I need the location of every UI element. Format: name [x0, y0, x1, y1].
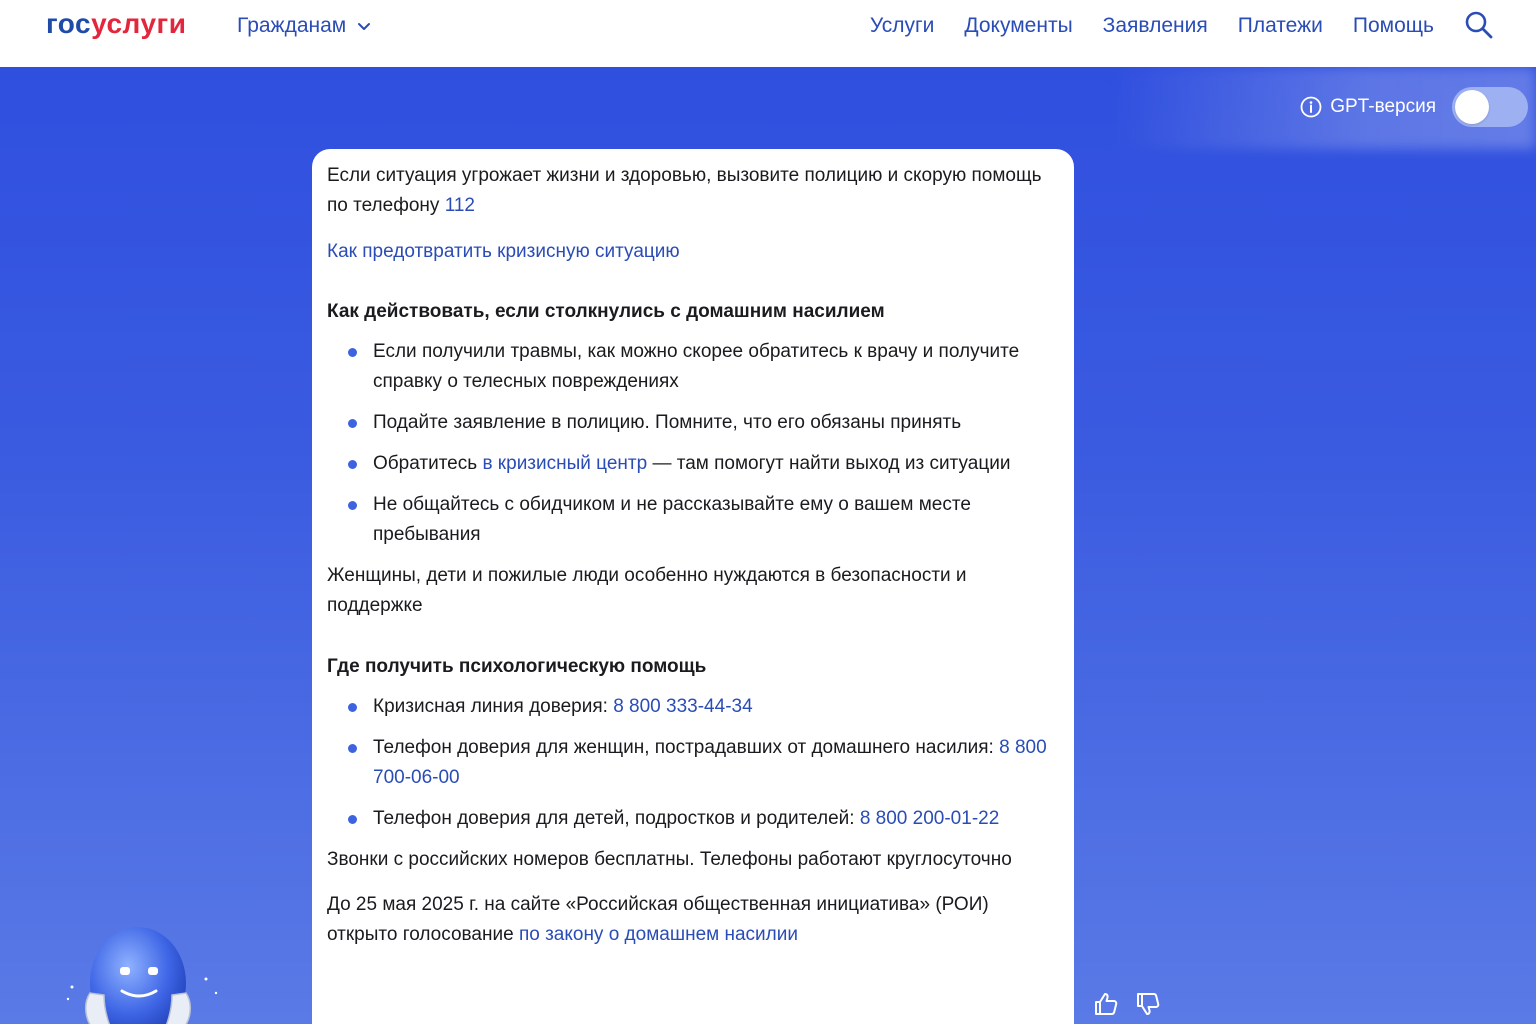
- search-icon[interactable]: [1464, 10, 1494, 40]
- chevron-down-icon: [358, 23, 371, 30]
- feedback-buttons: [1092, 990, 1162, 1018]
- gpt-version-label: GPT-версия: [1330, 96, 1436, 117]
- audience-dropdown[interactable]: Гражданам: [237, 12, 372, 40]
- chat-area: GPT-версия Если ситуация угрожает жизни …: [0, 67, 1536, 1024]
- thumbs-up-icon[interactable]: [1092, 990, 1120, 1018]
- hotline-phone-link[interactable]: 8 800 333-44-34: [613, 696, 752, 717]
- free-calls-note: Звонки с российских номеров бесплатны. Т…: [327, 849, 1012, 870]
- hotline-label: Телефон доверия для детей, подростков и …: [373, 808, 860, 829]
- audience-label: Гражданам: [237, 14, 347, 37]
- info-icon[interactable]: [1300, 96, 1322, 118]
- hotline-label: Телефон доверия для женщин, пострадавших…: [373, 737, 1000, 758]
- intro-text: Если ситуация угрожает жизни и здоровью,…: [327, 161, 1058, 221]
- list-item: Обратитесь в кризисный центр — там помог…: [327, 449, 1058, 479]
- list-item: Если получили травмы, как можно скорее о…: [327, 337, 1058, 397]
- toggle-knob: [1455, 90, 1489, 124]
- robot-mascot-image: [66, 927, 218, 1024]
- section-title-violence: Как действовать, если столкнулись с дома…: [327, 301, 885, 322]
- hotlines-list: Кризисная линия доверия: 8 800 333-44-34…: [327, 692, 1058, 834]
- intro-text-body: Если ситуация угрожает жизни и здоровью,…: [327, 165, 1042, 216]
- thumbs-down-icon[interactable]: [1134, 990, 1162, 1018]
- gpt-version-label-group: GPT-версия: [1300, 96, 1436, 118]
- crisis-item-after: — там помогут найти выход из ситуации: [647, 453, 1011, 474]
- prevent-crisis-link[interactable]: Как предотвратить кризисную ситуацию: [327, 241, 680, 262]
- nav-services[interactable]: Услуги: [870, 12, 935, 40]
- crisis-center-link[interactable]: в кризисный центр: [482, 453, 647, 474]
- nav-applications[interactable]: Заявления: [1103, 12, 1208, 40]
- gpt-version-toggle[interactable]: [1452, 87, 1528, 127]
- vulnerable-note: Женщины, дети и пожилые люди особенно ну…: [327, 565, 967, 616]
- vote-paragraph: До 25 мая 2025 г. на сайте «Российская о…: [327, 890, 1058, 950]
- main-nav: Услуги Документы Заявления Платежи Помощ…: [870, 12, 1434, 40]
- section-title-psych-help: Где получить психологическую помощь: [327, 656, 707, 677]
- logo-text-part2: услуги: [91, 8, 187, 39]
- nav-documents[interactable]: Документы: [964, 12, 1072, 40]
- answer-card: Если ситуация угрожает жизни и здоровью,…: [312, 149, 1074, 1024]
- hotline-phone-link[interactable]: 8 800 200-01-22: [860, 808, 999, 829]
- list-item: Телефон доверия для детей, подростков и …: [327, 804, 1058, 834]
- list-item: Не общайтесь с обидчиком и не рассказыва…: [327, 490, 1058, 550]
- violence-actions-list: Если получили травмы, как можно скорее о…: [327, 337, 1058, 550]
- logo-text-part1: гос: [46, 8, 92, 39]
- list-item: Кризисная линия доверия: 8 800 333-44-34: [327, 692, 1058, 722]
- vote-law-link[interactable]: по закону о домашнем насилии: [519, 924, 798, 945]
- gpt-version-control: GPT-версия: [1300, 87, 1528, 127]
- hotline-label: Кризисная линия доверия:: [373, 696, 614, 717]
- nav-help[interactable]: Помощь: [1353, 12, 1434, 40]
- emergency-phone-link[interactable]: 112: [445, 195, 475, 216]
- prevent-paragraph: Как предотвратить кризисную ситуацию: [327, 237, 1058, 267]
- list-item: Телефон доверия для женщин, пострадавших…: [327, 733, 1058, 793]
- nav-payments[interactable]: Платежи: [1238, 12, 1323, 40]
- gosuslugi-logo[interactable]: госуслуги: [46, 6, 186, 42]
- list-item: Подайте заявление в полицию. Помните, чт…: [327, 408, 1058, 438]
- top-header: госуслуги Гражданам Услуги Документы Зая…: [0, 0, 1536, 68]
- crisis-item-before: Обратитесь: [373, 453, 483, 474]
